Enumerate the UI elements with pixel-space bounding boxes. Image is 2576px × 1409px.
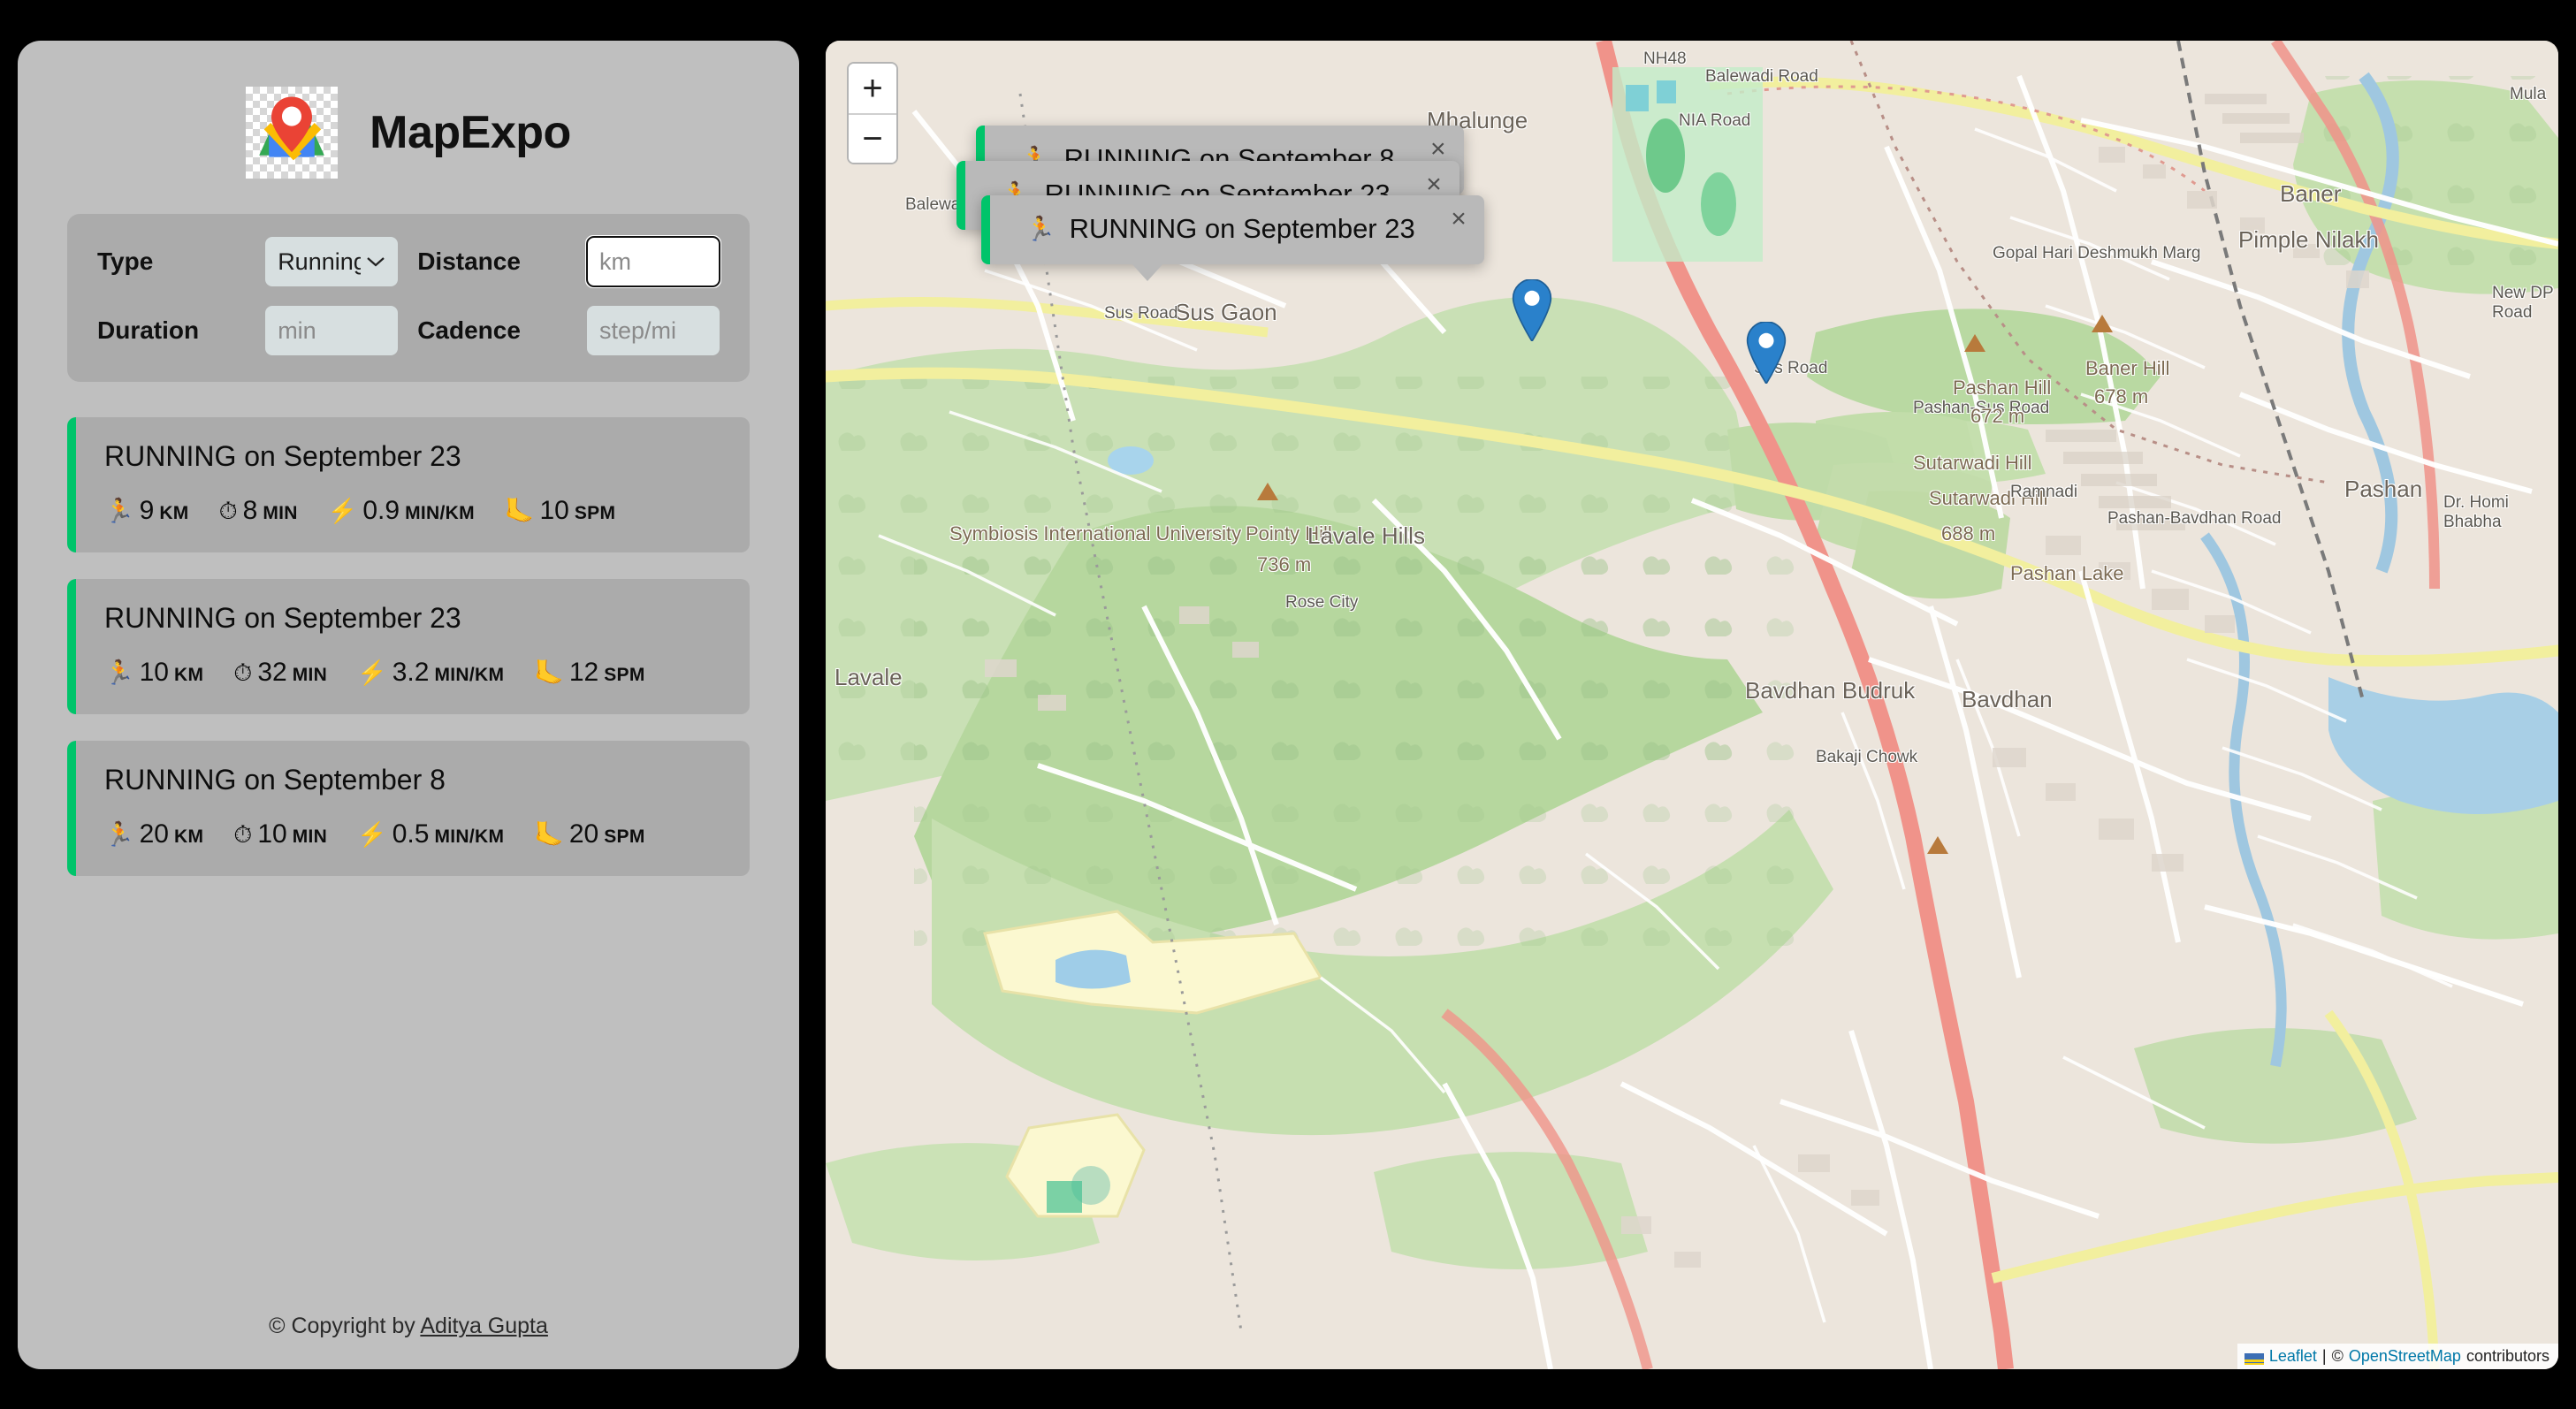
- workout-duration: ⏱ 32 MIN: [233, 658, 327, 688]
- workout-details: 🏃 20 KM ⏱ 10 MIN ⚡ 0.5 MIN/KM 🦶 20 SPM: [104, 819, 723, 849]
- logo-svg: [259, 96, 324, 161]
- workout-title: RUNNING on September 8: [104, 764, 446, 796]
- workout-distance-unit: KM: [174, 826, 204, 847]
- bolt-icon: ⚡: [357, 659, 387, 686]
- workout-distance-value: 20: [139, 819, 169, 849]
- close-icon[interactable]: ×: [1430, 136, 1446, 163]
- close-icon[interactable]: ×: [1426, 171, 1442, 198]
- workout-cadence: 🦶 20 SPM: [534, 819, 644, 849]
- workout-cadence: 🦶 10 SPM: [505, 496, 615, 526]
- workout-distance-value: 10: [139, 658, 169, 687]
- map-popup-text: RUNNING on September 23: [1069, 213, 1415, 244]
- zoom-control[interactable]: + −: [847, 62, 898, 164]
- workout-distance-unit: KM: [174, 665, 204, 685]
- workout-distance-unit: KM: [159, 503, 189, 523]
- app-title: MapExpo: [370, 107, 571, 158]
- workout-pace: ⚡ 0.9 MIN/KM: [328, 496, 475, 526]
- zoom-out-button[interactable]: −: [849, 113, 896, 163]
- runner-icon: 🏃: [104, 821, 134, 848]
- workout-cadence-unit: SPM: [604, 665, 645, 685]
- workout-pace-value: 0.9: [362, 496, 400, 525]
- copyright-text: © Copyright by: [269, 1314, 421, 1338]
- workout-details: 🏃 9 KM ⏱ 8 MIN ⚡ 0.9 MIN/KM 🦶 10 SPM: [104, 496, 723, 526]
- workout-duration-value: 10: [257, 819, 287, 849]
- workout-pace-value: 0.5: [392, 819, 430, 849]
- cadence-input[interactable]: [587, 306, 720, 355]
- bolt-icon: ⚡: [327, 498, 358, 524]
- workout-duration-unit: MIN: [292, 665, 328, 685]
- leaflet-link[interactable]: Leaflet: [2269, 1347, 2317, 1366]
- workout-distance: 🏃 20 KM: [104, 819, 203, 849]
- workout-cadence-unit: SPM: [574, 503, 616, 523]
- workout-duration: ⏱ 8 MIN: [219, 496, 298, 526]
- workout-cadence-value: 12: [568, 658, 599, 687]
- author-link[interactable]: Aditya Gupta: [420, 1314, 548, 1338]
- sidebar: MapExpo Type Running Cycling Distance Du…: [18, 41, 799, 1369]
- app-root: MapExpo Type Running Cycling Distance Du…: [0, 0, 2576, 1409]
- type-select-wrapper[interactable]: Running Cycling: [265, 237, 399, 286]
- stopwatch-icon: ⏱: [218, 498, 238, 524]
- leaflet-logo-icon: [2244, 1351, 2264, 1365]
- map-marker-pin-icon[interactable]: [1511, 278, 1553, 343]
- app-brand: MapExpo: [67, 87, 750, 179]
- workout-duration-unit: MIN: [263, 503, 298, 523]
- distance-label: Distance: [417, 248, 521, 275]
- foot-icon: 🦶: [534, 821, 564, 848]
- workout-distance: 🏃 10 KM: [104, 658, 203, 688]
- foot-icon: 🦶: [504, 498, 535, 524]
- workout-duration-unit: MIN: [292, 826, 328, 847]
- footer: © Copyright by Aditya Gupta: [67, 1314, 750, 1369]
- new-workout-form: Type Running Cycling Distance Duration C…: [67, 214, 750, 382]
- workout-pace-unit: MIN/KM: [405, 503, 475, 523]
- workout-card[interactable]: RUNNING on September 23 🏃 10 KM ⏱ 32 MIN…: [67, 579, 750, 714]
- map-popup[interactable]: 🏃 RUNNING on September 23 ×: [981, 195, 1484, 281]
- zoom-in-button[interactable]: +: [849, 64, 896, 113]
- workout-duration-value: 32: [257, 658, 287, 687]
- workout-pace-unit: MIN/KM: [434, 665, 505, 685]
- map-marker-pin-icon[interactable]: [1745, 321, 1787, 385]
- runner-icon: 🏃: [1025, 216, 1056, 242]
- workout-pace-unit: MIN/KM: [434, 826, 505, 847]
- map-pin-logo-icon: [246, 87, 339, 179]
- close-icon[interactable]: ×: [1451, 206, 1467, 232]
- workout-details: 🏃 10 KM ⏱ 32 MIN ⚡ 3.2 MIN/KM 🦶 12 SPM: [104, 658, 723, 688]
- workout-title: RUNNING on September 23: [104, 440, 461, 472]
- workout-pace: ⚡ 3.2 MIN/KM: [357, 658, 504, 688]
- attribution-copyright: ©: [2331, 1347, 2344, 1365]
- workout-duration: ⏱ 10 MIN: [233, 819, 327, 849]
- bolt-icon: ⚡: [357, 821, 387, 848]
- cadence-label: Cadence: [417, 316, 521, 344]
- workout-card[interactable]: RUNNING on September 23 🏃 9 KM ⏱ 8 MIN ⚡: [67, 417, 750, 552]
- popup-tip: [1132, 263, 1163, 281]
- workout-distance: 🏃 9 KM: [104, 496, 189, 526]
- runner-icon: 🏃: [104, 659, 134, 686]
- workout-duration-value: 8: [242, 496, 258, 525]
- workout-cadence-value: 20: [568, 819, 599, 849]
- workout-distance-value: 9: [139, 496, 155, 525]
- workout-pace-value: 3.2: [392, 658, 430, 687]
- workout-cadence-unit: SPM: [604, 826, 645, 847]
- distance-input[interactable]: [586, 236, 720, 287]
- runner-icon: 🏃: [104, 498, 134, 524]
- stopwatch-icon: ⏱: [233, 821, 253, 848]
- workout-title: RUNNING on September 23: [104, 602, 461, 634]
- workout-cadence-value: 10: [539, 496, 569, 525]
- type-select[interactable]: Running Cycling: [265, 237, 399, 286]
- attribution-contributors: contributors: [2465, 1347, 2549, 1365]
- type-label: Type: [97, 248, 154, 275]
- attribution-separator: |: [2321, 1347, 2327, 1365]
- stopwatch-icon: ⏱: [233, 659, 253, 686]
- workout-list: RUNNING on September 23 🏃 9 KM ⏱ 8 MIN ⚡: [67, 417, 750, 876]
- workout-pace: ⚡ 0.5 MIN/KM: [357, 819, 504, 849]
- map-container[interactable]: Mhalunge NH48 Balewadi Road NIA Road Pimple …: [826, 41, 2558, 1369]
- workout-cadence: 🦶 12 SPM: [534, 658, 644, 688]
- map-attribution: Leaflet | © OpenStreetMap contributors: [2237, 1344, 2558, 1369]
- duration-label: Duration: [97, 316, 200, 344]
- workout-card[interactable]: RUNNING on September 8 🏃 20 KM ⏱ 10 MIN …: [67, 741, 750, 876]
- foot-icon: 🦶: [534, 659, 564, 686]
- osm-link[interactable]: OpenStreetMap: [2349, 1347, 2461, 1366]
- duration-input[interactable]: [265, 306, 399, 355]
